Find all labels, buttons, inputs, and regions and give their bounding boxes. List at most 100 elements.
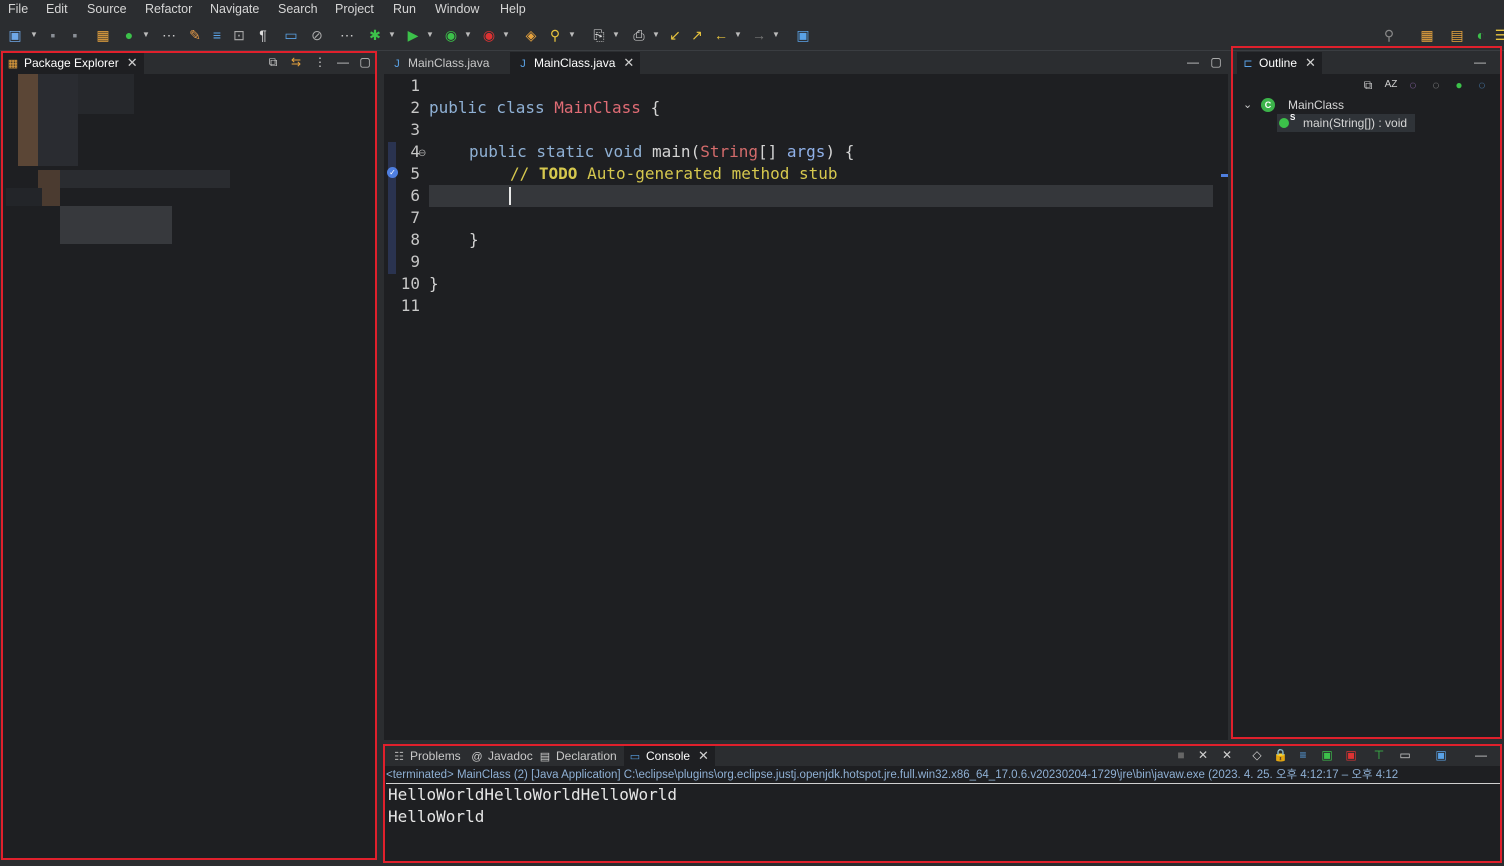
tab-javadoc[interactable]: @ Javadoc (466, 745, 537, 767)
menu-edit[interactable]: Edit (46, 2, 68, 16)
tab-problems[interactable]: ☷ Problems (388, 745, 465, 767)
close-icon[interactable]: ✕ (623, 55, 634, 70)
last-edit-icon[interactable]: ↙ (666, 26, 684, 44)
code-text: ) { (825, 142, 855, 161)
new-dropdown-icon[interactable]: ▼ (30, 30, 38, 39)
close-icon[interactable]: ✕ (1305, 55, 1316, 70)
menu-navigate[interactable]: Navigate (210, 2, 259, 16)
debug-icon[interactable]: ✱ (366, 26, 384, 44)
tab-mainclass-java-2[interactable]: J MainClass.java ✕ (510, 52, 641, 74)
maximize-icon[interactable]: ▢ (1209, 55, 1223, 69)
coverage-dropdown-icon[interactable]: ▼ (464, 30, 472, 39)
hide-local-types-icon[interactable]: ◌ (1475, 78, 1489, 92)
tab-declaration[interactable]: ▤ Declaration (534, 745, 621, 767)
editor-tabstrip: J MainClass.java J MainClass.java ✕ — ▢ (384, 52, 1228, 74)
pin-editor-icon[interactable]: ▣ (794, 26, 812, 44)
hide-static-icon[interactable]: ◌ (1429, 78, 1443, 92)
tab-outline[interactable]: ⊏ Outline ✕ (1237, 52, 1322, 74)
sort-icon[interactable]: AZ (1384, 78, 1398, 92)
code-text: { (640, 98, 661, 117)
search-dropdown-icon[interactable]: ▼ (568, 30, 576, 39)
save-icon[interactable]: ▪ (44, 26, 62, 44)
outline-class-name[interactable]: MainClass (1288, 98, 1344, 112)
menu-run[interactable]: Run (393, 2, 416, 16)
debug-perspective-icon[interactable]: ☰ (1492, 26, 1504, 44)
display-console-icon[interactable]: ▭ (1398, 748, 1412, 762)
java-ee-perspective-icon[interactable]: ▤ (1448, 26, 1466, 44)
external-tools-dropdown-icon[interactable]: ▼ (502, 30, 510, 39)
highlight-icon[interactable]: ✎ (186, 26, 204, 44)
forward-dropdown-icon[interactable]: ▼ (772, 30, 780, 39)
collapse-all-icon[interactable]: ⧉ (1361, 78, 1375, 92)
search-icon[interactable]: ⚲ (1380, 26, 1398, 44)
annotation-dropdown-icon[interactable]: ▼ (612, 30, 620, 39)
prev-annotation-dropdown-icon[interactable]: ▼ (652, 30, 660, 39)
java-perspective-icon[interactable]: ◐ (1472, 26, 1490, 44)
search-tool-icon[interactable]: ⚲ (546, 26, 564, 44)
menu-file[interactable]: File (8, 2, 28, 16)
save-all-icon[interactable]: ▪ (66, 26, 84, 44)
toggle-breadcrumb-icon[interactable]: ⋯ (160, 26, 178, 44)
outline-method-row[interactable]: S main(String[]) : void (1277, 113, 1415, 132)
collapse-all-icon[interactable]: ⧉ (266, 55, 280, 69)
minimize-icon[interactable]: — (336, 55, 350, 69)
open-console-icon[interactable]: ▣ (1434, 748, 1448, 762)
show-stdout-icon[interactable]: ▣ (1320, 748, 1334, 762)
editor-tab-label: MainClass.java (408, 56, 490, 70)
menu-source[interactable]: Source (87, 2, 127, 16)
chevron-down-icon[interactable]: ⌄ (1243, 98, 1252, 111)
maximize-icon[interactable]: ▢ (358, 55, 372, 69)
menu-project[interactable]: Project (335, 2, 374, 16)
run-icon[interactable]: ▶ (404, 26, 422, 44)
pin-console-icon[interactable]: ⊤ (1372, 748, 1386, 762)
show-stderr-icon[interactable]: ▣ (1344, 748, 1358, 762)
clear-console-icon[interactable]: ◇ (1250, 748, 1264, 762)
terminate-icon[interactable]: ■ (1174, 748, 1188, 762)
external-tools-icon[interactable]: ◉ (480, 26, 498, 44)
minimize-icon[interactable]: — (1473, 55, 1487, 69)
new-icon[interactable]: ▣ (6, 26, 24, 44)
remove-launch-icon[interactable]: ✕ (1196, 748, 1210, 762)
step-icon[interactable]: ⋯ (338, 26, 356, 44)
remove-all-icon[interactable]: ✕ (1220, 748, 1234, 762)
back-dropdown-icon[interactable]: ▼ (734, 30, 742, 39)
menu-window[interactable]: Window (435, 2, 479, 16)
next-edit-icon[interactable]: ↗ (688, 26, 706, 44)
menu-help[interactable]: Help (500, 2, 526, 16)
line-number: 1 (410, 76, 420, 95)
annotation-icon[interactable]: ⎘ (590, 26, 608, 44)
run-dropdown-icon[interactable]: ▼ (426, 30, 434, 39)
hide-fields-icon[interactable]: ◌ (1406, 78, 1420, 92)
new-class-icon[interactable]: ● (120, 26, 138, 44)
close-icon[interactable]: ✕ (127, 55, 138, 70)
coverage-icon[interactable]: ◉ (442, 26, 460, 44)
prev-annotation-icon[interactable]: ⎙ (630, 26, 648, 44)
forward-icon[interactable]: → (750, 26, 768, 44)
menu-search[interactable]: Search (278, 2, 318, 16)
tab-mainclass-java-1[interactable]: J MainClass.java (384, 52, 499, 74)
show-whitespace-icon[interactable]: ¶ (254, 26, 272, 44)
scroll-lock-icon[interactable]: 🔒 (1273, 748, 1288, 762)
menu-refactor[interactable]: Refactor (145, 2, 192, 16)
tab-console[interactable]: ▭ Console ✕ (624, 745, 715, 767)
minimize-icon[interactable]: — (1474, 748, 1488, 762)
open-type-icon[interactable]: ▦ (94, 26, 112, 44)
open-perspective-icon[interactable]: ▦ (1418, 26, 1436, 44)
back-icon[interactable]: ← (712, 26, 730, 44)
javadoc-icon: @ (471, 751, 483, 763)
debug-dropdown-icon[interactable]: ▼ (388, 30, 396, 39)
terminal-icon[interactable]: ▭ (282, 26, 300, 44)
minimize-icon[interactable]: — (1186, 55, 1200, 69)
open-task-icon[interactable]: ◈ (522, 26, 540, 44)
word-wrap-icon[interactable]: ≡ (208, 26, 226, 44)
line-number: 10 (400, 274, 420, 293)
link-with-editor-icon[interactable]: ⇆ (289, 55, 303, 69)
block-selection-icon[interactable]: ⊡ (230, 26, 248, 44)
view-menu-icon[interactable]: ⋮ (313, 55, 327, 69)
tab-package-explorer[interactable]: ▦ Package Explorer ✕ (2, 52, 144, 74)
skip-breakpoints-icon[interactable]: ⊘ (308, 26, 326, 44)
hide-non-public-icon[interactable]: ● (1452, 78, 1466, 92)
close-icon[interactable]: ✕ (698, 748, 709, 763)
new-class-dropdown-icon[interactable]: ▼ (142, 30, 150, 39)
word-wrap-icon[interactable]: ≡ (1296, 748, 1310, 762)
